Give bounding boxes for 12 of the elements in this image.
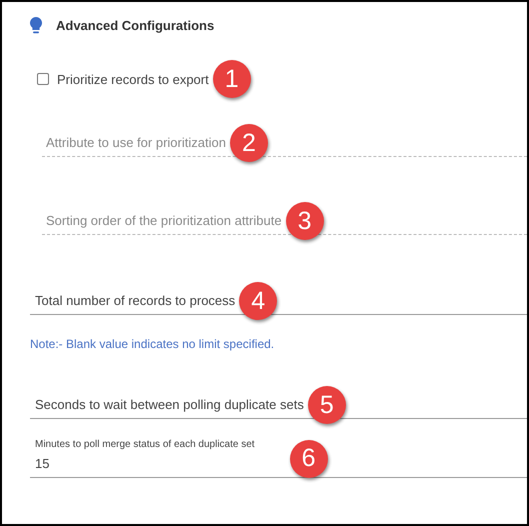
field-label: Minutes to poll merge status of each duplicate set — [35, 439, 256, 450]
marker-badge: 6 — [290, 440, 328, 478]
marker-badge: 1 — [212, 60, 251, 98]
note-text: Note:- Blank value indicates no limit specified. — [30, 337, 276, 351]
section-title: Advanced Configurations — [56, 18, 214, 32]
marker-badge: 4 — [239, 282, 278, 320]
checkbox[interactable] — [37, 73, 49, 85]
checkbox-label[interactable]: Prioritize records to export — [57, 72, 209, 86]
lightbulb-icon — [30, 16, 42, 34]
marker-badge: 3 — [286, 202, 324, 240]
marker-badge: 2 — [230, 124, 268, 162]
marker-badge: 5 — [308, 386, 346, 424]
